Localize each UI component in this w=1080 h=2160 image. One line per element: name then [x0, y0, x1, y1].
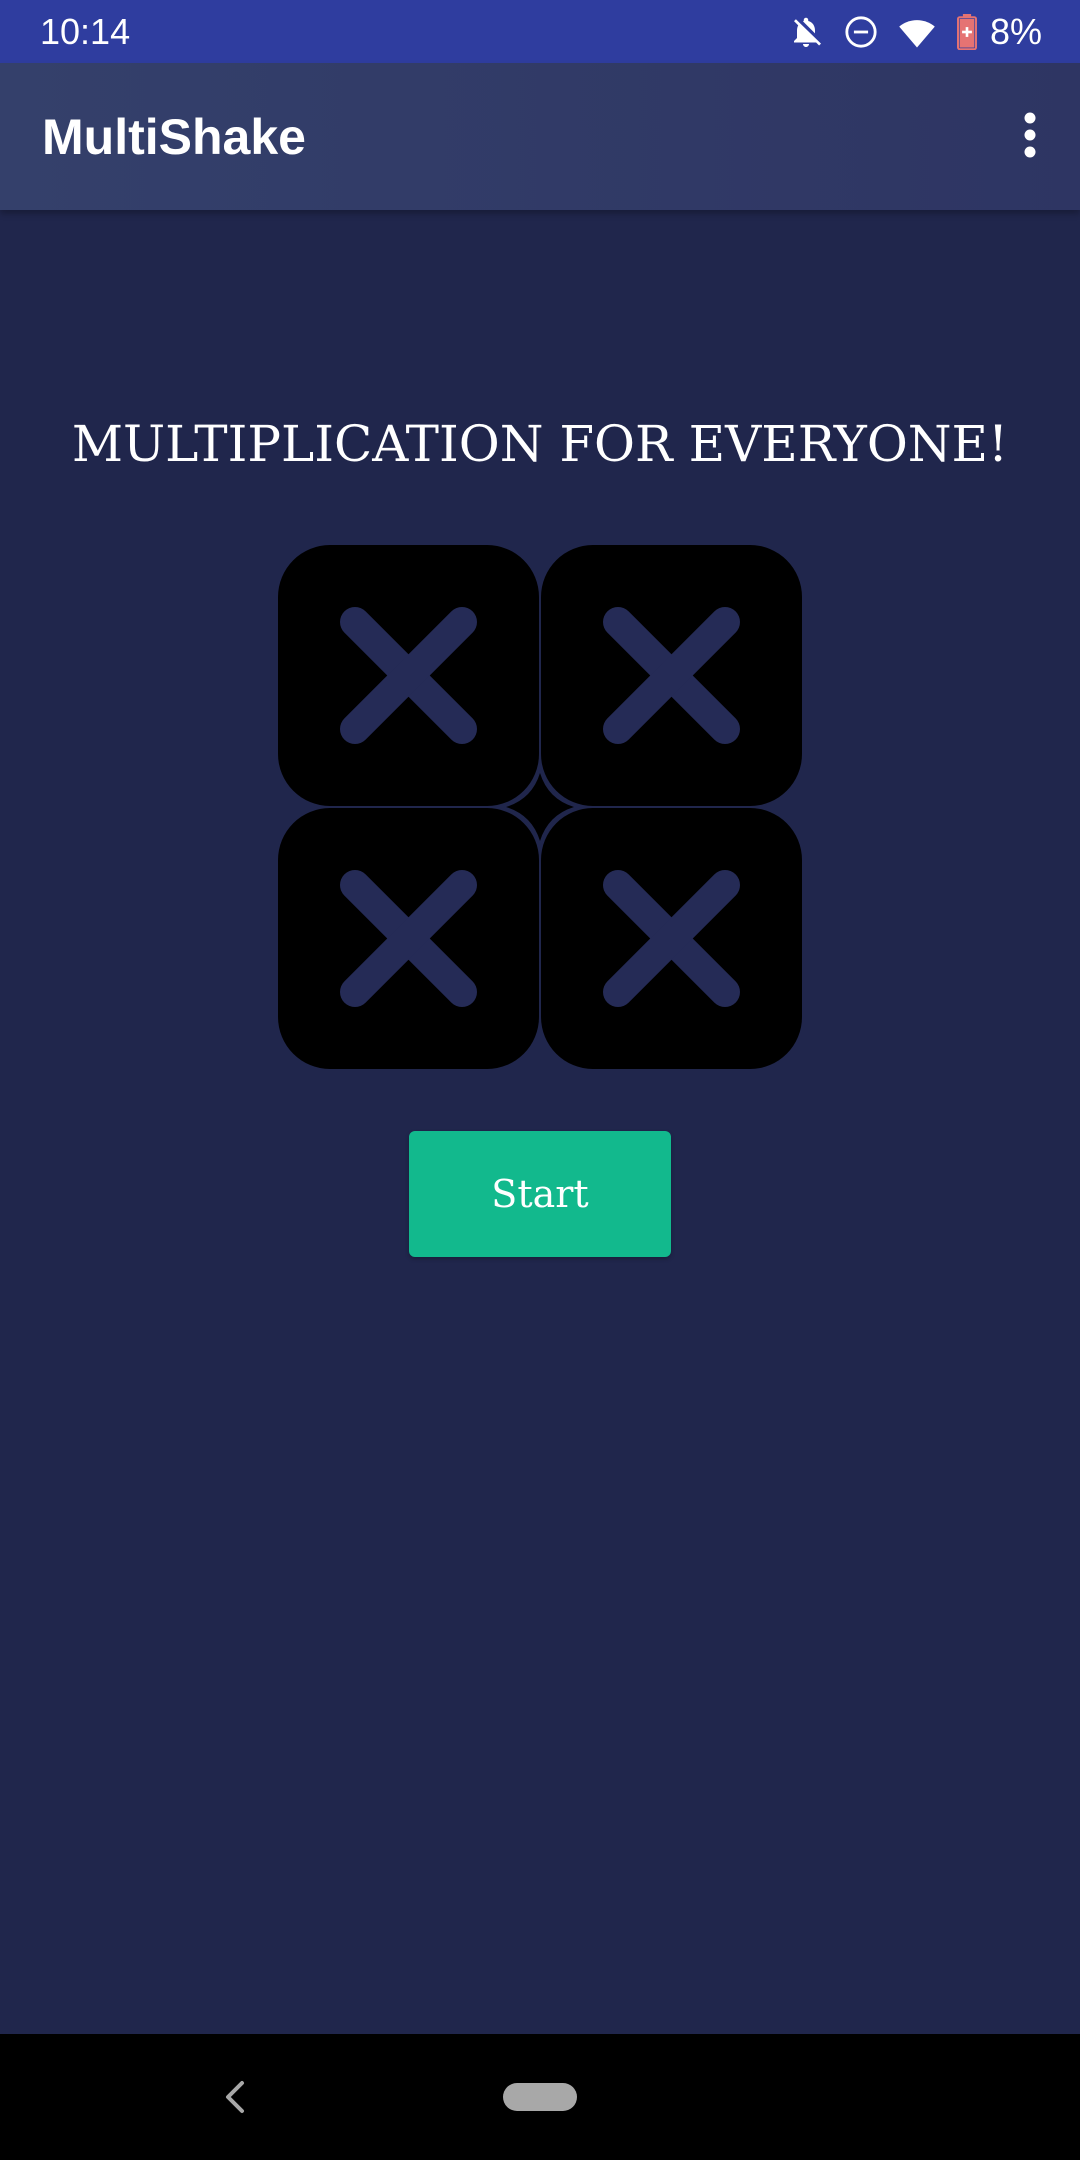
do-not-disturb-icon — [844, 15, 878, 49]
multiplication-tiles-logo — [278, 545, 802, 1069]
status-bar: 10:14 8% — [0, 0, 1080, 63]
app-title: MultiShake — [42, 109, 306, 165]
battery-low-icon — [956, 14, 978, 50]
more-vert-icon — [1023, 112, 1037, 163]
status-time: 10:14 — [40, 11, 131, 52]
headline: MULTIPLICATION FOR EVERYONE! — [71, 415, 1009, 473]
home-pill-icon[interactable] — [503, 2083, 577, 2111]
back-icon[interactable] — [214, 2075, 254, 2119]
app-bar: MultiShake — [0, 63, 1080, 210]
overflow-menu-button[interactable] — [1000, 101, 1060, 173]
navigation-bar — [0, 2034, 1080, 2160]
battery-percent: 8% — [989, 11, 1042, 52]
notifications-off-icon — [788, 14, 824, 50]
status-icons: 8% — [788, 10, 1042, 54]
app-screen: 10:14 8% MultiShake MULTIPLICATION FOR E… — [0, 0, 1080, 2160]
wifi-icon — [898, 15, 936, 49]
start-button[interactable]: Start — [409, 1131, 671, 1257]
